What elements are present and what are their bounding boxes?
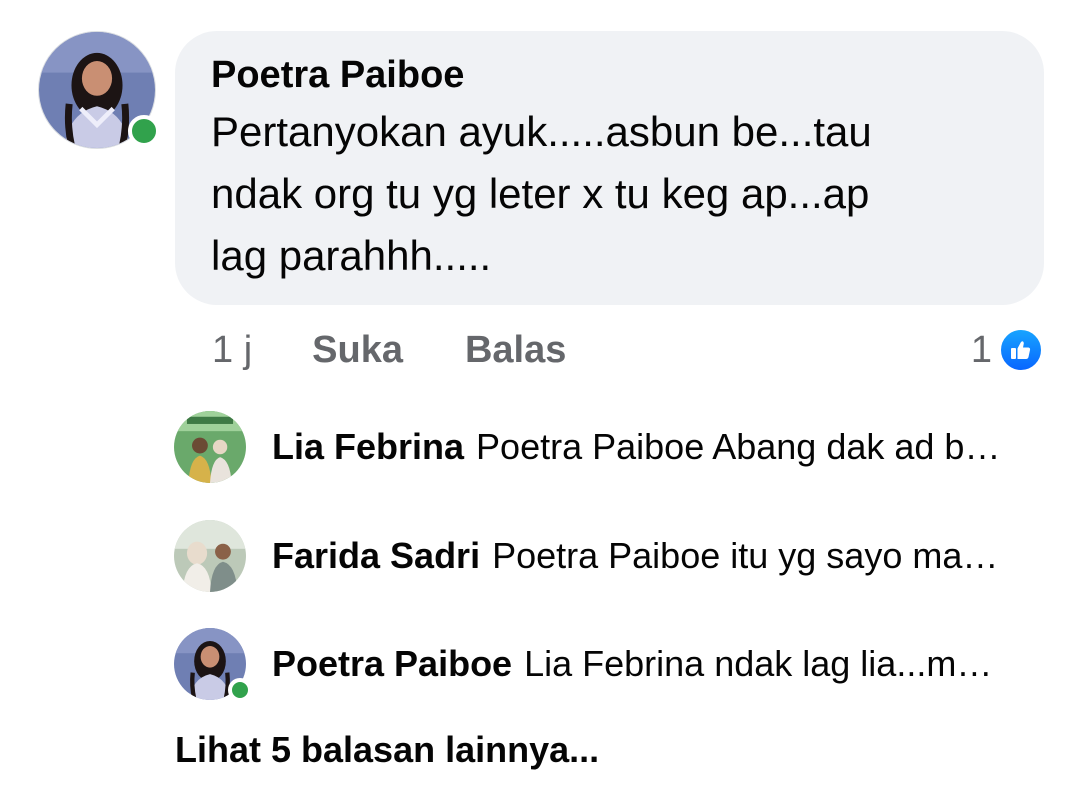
reply-avatar[interactable] — [174, 411, 246, 483]
reply-avatar[interactable] — [174, 520, 246, 592]
online-status-indicator — [228, 678, 252, 702]
like-button[interactable]: Suka — [312, 329, 403, 372]
reply-author-name[interactable]: Farida Sadri — [272, 535, 480, 576]
comment-timestamp[interactable]: 1 j — [212, 329, 252, 372]
reaction-summary[interactable]: 1 — [971, 324, 1044, 376]
avatar-photo — [174, 520, 246, 592]
reply-content: Farida Sadri Poetra Paiboe itu yg sayo ma… — [272, 534, 1042, 578]
like-icon — [998, 327, 1044, 373]
reply-button[interactable]: Balas — [465, 329, 566, 372]
comment-author-name[interactable]: Poetra Paiboe — [211, 53, 1008, 97]
reply-author-name[interactable]: Poetra Paiboe — [272, 643, 512, 684]
view-more-replies-link[interactable]: Lihat 5 balasan lainnya... — [175, 726, 599, 774]
reply-text: Poetra Paiboe Abang dak ad b… — [476, 426, 1001, 467]
comment-author-avatar[interactable] — [38, 31, 160, 149]
reply-item[interactable]: Lia Febrina Poetra Paiboe Abang dak ad b… — [174, 411, 1044, 483]
reply-text: Poetra Paiboe itu yg sayo ma… — [492, 535, 999, 576]
reply-item[interactable]: Poetra Paiboe Lia Febrina ndak lag lia...… — [174, 628, 1044, 702]
reply-text: Lia Febrina ndak lag lia...m… — [524, 643, 993, 684]
comment-actions: 1 j Suka Balas — [212, 324, 628, 376]
reaction-count: 1 — [970, 328, 992, 371]
comment-bubble[interactable]: Poetra Paiboe Pertanyokan ayuk.....asbun… — [175, 31, 1044, 305]
online-status-indicator — [128, 115, 160, 147]
reply-content: Poetra Paiboe Lia Febrina ndak lag lia...… — [272, 642, 1042, 686]
comment-text: Pertanyokan ayuk.....asbun be...tau ndak… — [211, 108, 872, 279]
reply-avatar[interactable] — [174, 628, 252, 702]
reply-author-name[interactable]: Lia Febrina — [272, 426, 464, 467]
reply-item[interactable]: Farida Sadri Poetra Paiboe itu yg sayo ma… — [174, 520, 1044, 592]
avatar-photo — [174, 411, 246, 483]
reply-content: Lia Febrina Poetra Paiboe Abang dak ad b… — [272, 425, 1042, 469]
